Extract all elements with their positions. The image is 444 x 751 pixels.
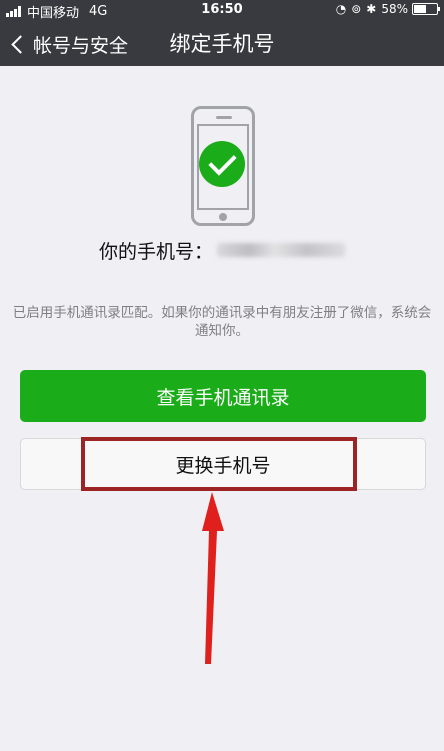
annotation-arrow-shape xyxy=(202,492,224,664)
phone-number-masked xyxy=(217,243,345,257)
status-bar: 中国移动 4G 16:50 ◔ ⊚ ✱ 58% xyxy=(0,0,444,21)
battery-percent: 58% xyxy=(381,2,408,16)
view-contacts-button[interactable]: 查看手机通讯录 xyxy=(20,370,426,422)
checkmark-icon xyxy=(208,147,237,176)
back-label: 帐号与安全 xyxy=(33,34,129,57)
phone-home-button xyxy=(219,213,227,221)
phone-speaker xyxy=(216,116,232,119)
change-phone-button[interactable]: 更换手机号 xyxy=(20,438,426,490)
contacts-match-info: 已启用手机通讯录匹配。如果你的通讯录中有朋友注册了微信，系统会通知你。 xyxy=(12,305,432,339)
phone-number-line: 你的手机号： xyxy=(0,236,444,264)
battery-fill xyxy=(414,5,426,13)
alarm-icon: ⊚ xyxy=(351,2,362,16)
bluetooth-icon: ✱ xyxy=(366,2,377,16)
phone-label: 你的手机号： xyxy=(98,240,213,263)
nav-bar: 帐号与安全 绑定手机号 xyxy=(0,22,444,66)
battery-icon xyxy=(412,3,440,15)
back-button[interactable]: 帐号与安全 xyxy=(10,22,128,66)
chevron-left-icon xyxy=(11,34,30,54)
status-right: ◔ ⊚ ✱ 58% xyxy=(331,2,440,16)
lock-rotation-icon: ◔ xyxy=(335,2,347,16)
header: 中国移动 4G 16:50 ◔ ⊚ ✱ 58% 帐号与安全 绑定手机号 xyxy=(0,0,444,66)
check-circle-icon xyxy=(199,141,245,187)
